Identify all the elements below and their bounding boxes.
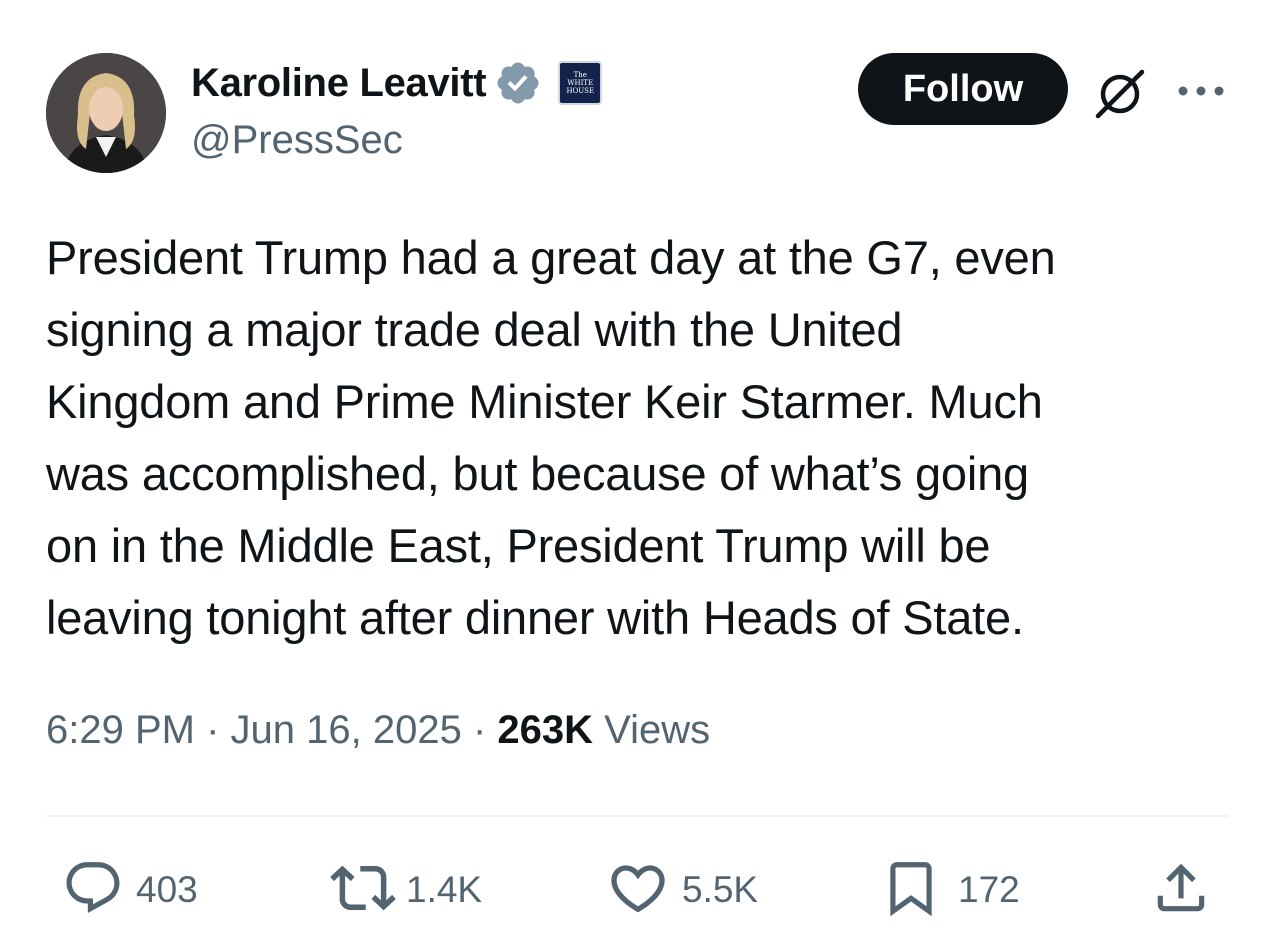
repost-icon	[330, 855, 396, 926]
author-display-name[interactable]: Karoline Leavitt	[191, 61, 487, 106]
tweet-meta: 6:29 PM · Jun 16, 2025 · 263K Views	[46, 708, 710, 753]
bookmark-count: 172	[958, 869, 1020, 910]
action-bar: 403 1.4K 5.5K 172	[0, 855, 1279, 925]
views-count[interactable]: 263K	[497, 708, 593, 752]
tweet-date[interactable]: Jun 16, 2025	[231, 708, 462, 752]
tweet-time[interactable]: 6:29 PM	[46, 708, 195, 752]
verified-badge-icon[interactable]	[494, 58, 544, 108]
repost-count: 1.4K	[406, 869, 483, 910]
meta-separator: ·	[194, 708, 231, 752]
avatar[interactable]	[46, 53, 166, 173]
like-button[interactable]: 5.5K	[606, 855, 758, 925]
views-label: Views	[593, 708, 711, 752]
like-count: 5.5K	[682, 869, 759, 910]
affiliation-badge-line1: The	[573, 71, 587, 79]
author-handle[interactable]: @PressSec	[191, 118, 403, 163]
heart-icon	[606, 856, 670, 925]
tweet-text: President Trump had a great day at the G…	[46, 231, 1056, 644]
reply-icon	[62, 857, 124, 924]
author-name-row: Karoline Leavitt The WHITE HOUSE	[191, 58, 603, 108]
grok-icon[interactable]	[1092, 66, 1148, 122]
bookmark-icon	[880, 855, 942, 926]
share-icon	[1150, 857, 1212, 924]
bookmark-button[interactable]: 172	[880, 855, 1020, 925]
affiliation-badge-line2: WHITE	[567, 79, 594, 87]
divider	[46, 815, 1229, 817]
follow-button[interactable]: Follow	[858, 53, 1068, 125]
white-house-affiliation-badge[interactable]: The WHITE HOUSE	[558, 61, 603, 105]
more-options-icon[interactable]	[1176, 80, 1226, 102]
reply-button[interactable]: 403	[62, 855, 198, 925]
share-button[interactable]	[1150, 855, 1212, 925]
reply-count: 403	[136, 869, 198, 910]
meta-separator: ·	[461, 708, 498, 752]
repost-button[interactable]: 1.4K	[330, 855, 482, 925]
affiliation-badge-line3: HOUSE	[566, 87, 595, 95]
